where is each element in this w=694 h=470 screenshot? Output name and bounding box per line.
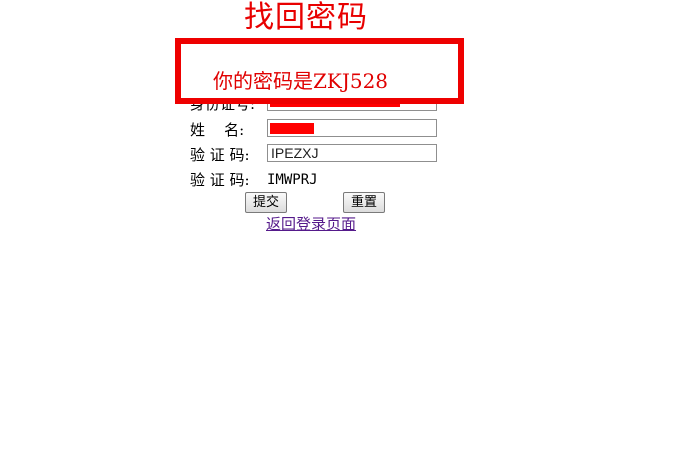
reset-button[interactable]: 重置: [343, 192, 385, 213]
submit-button[interactable]: 提交: [245, 192, 287, 213]
name-redaction: [270, 123, 314, 134]
name-label: 姓 名:: [190, 121, 245, 139]
password-message: 你的密码是ZKJ528: [213, 69, 389, 93]
name-input[interactable]: [267, 119, 437, 137]
password-result-dialog: 你的密码是ZKJ528: [175, 38, 464, 104]
captcha-display-label: 验 证 码:: [190, 171, 250, 189]
captcha-input-label: 验 证 码:: [190, 146, 250, 164]
retrieve-password-page: 找回密码 身份证号: 姓 名: 验 证 码: IPEZXJ 验 证 码: IMW…: [0, 0, 694, 470]
back-to-login-link[interactable]: 返回登录页面: [266, 214, 356, 234]
page-title: 找回密码: [244, 0, 368, 35]
captcha-input[interactable]: IPEZXJ: [267, 144, 437, 162]
captcha-code: IMWPRJ: [267, 172, 318, 188]
